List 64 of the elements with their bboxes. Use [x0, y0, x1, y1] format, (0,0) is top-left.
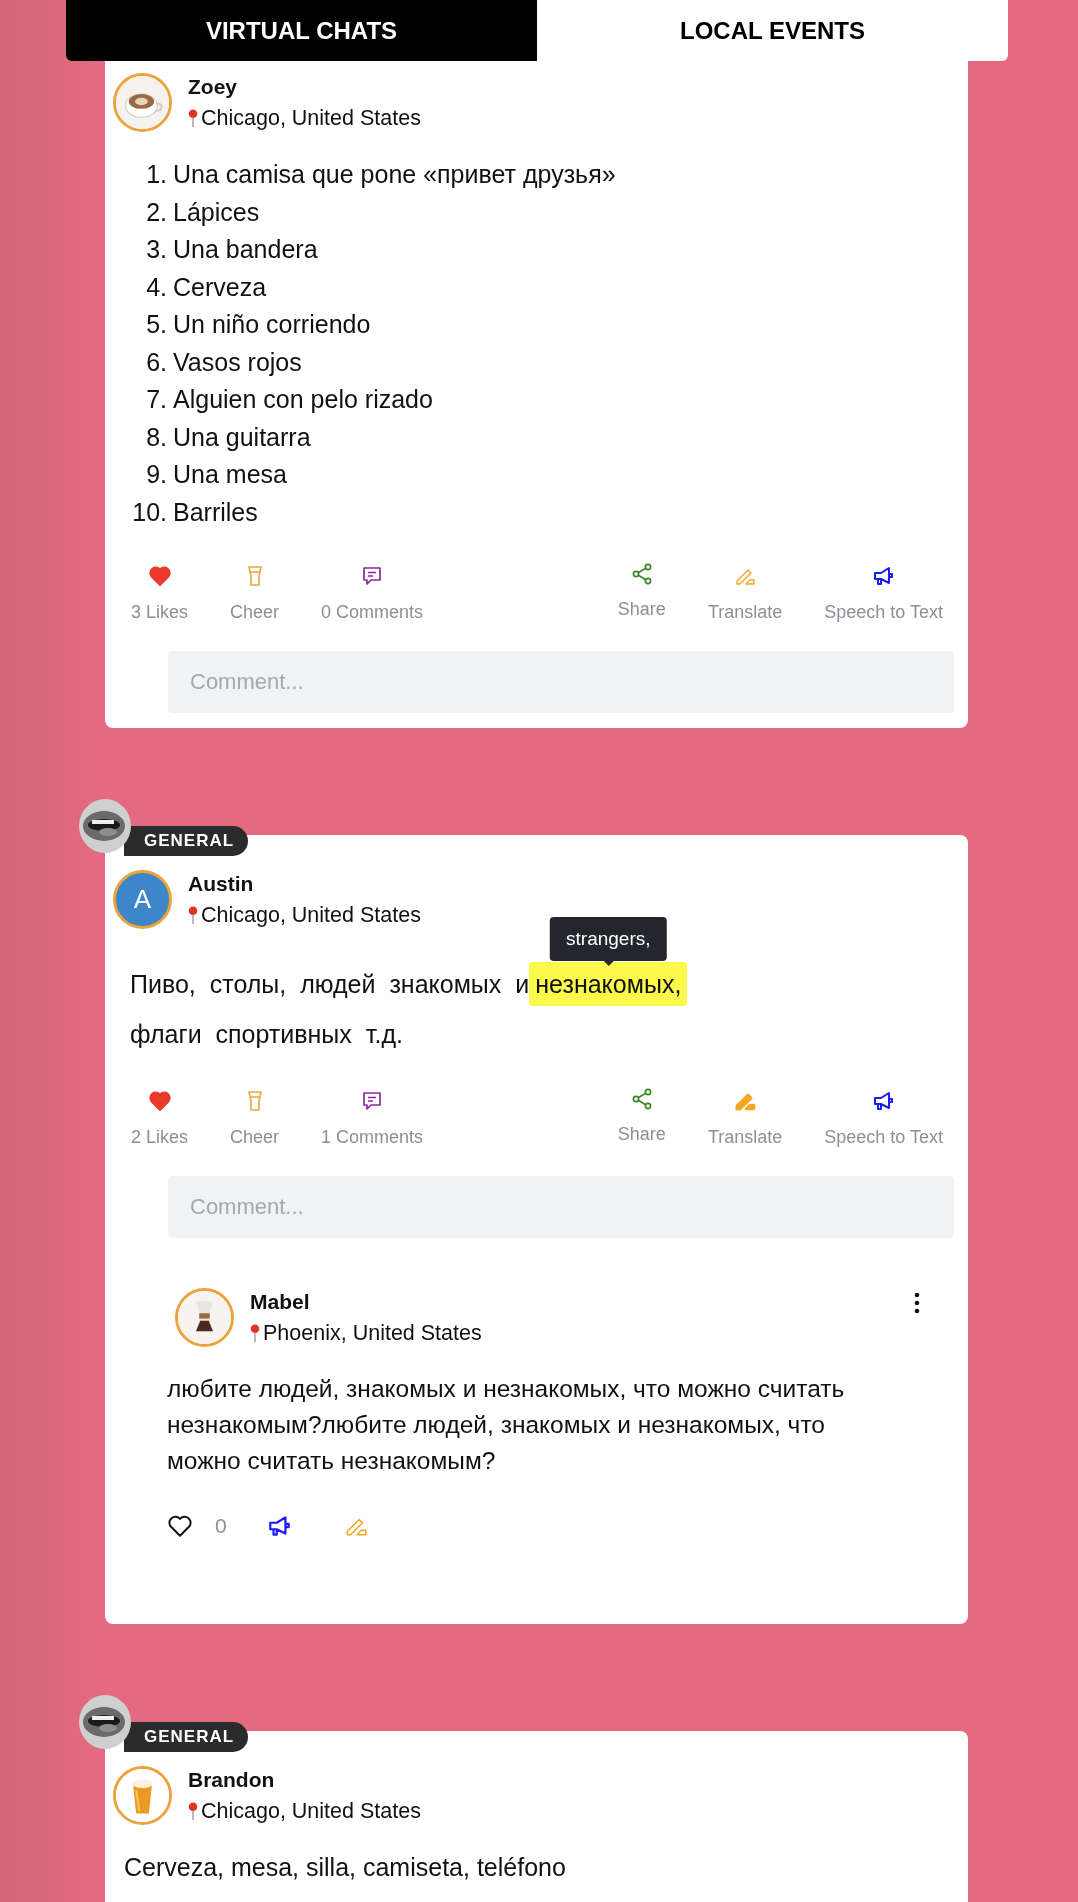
- megaphone-icon[interactable]: [266, 1513, 293, 1539]
- list-item: Barriles: [173, 496, 258, 528]
- more-options-icon[interactable]: [914, 1292, 920, 1314]
- post-text: Cerveza, mesa, silla, camiseta, teléfono: [124, 1853, 566, 1881]
- list-number: 6.: [145, 346, 168, 378]
- author-location: Chicago, United States: [201, 902, 421, 928]
- share-button[interactable]: Share: [617, 1087, 666, 1148]
- like-button[interactable]: 3 Likes: [131, 564, 189, 623]
- like-count: 0: [215, 1514, 227, 1538]
- list-number: 8.: [145, 421, 168, 453]
- list-number: 10.: [131, 496, 168, 528]
- pin-icon: [250, 1323, 260, 1343]
- list-number: 5.: [145, 309, 168, 340]
- author-location: Chicago, United States: [201, 1798, 421, 1824]
- highlighted-word[interactable]: незнакомых,: [529, 962, 688, 1006]
- share-button[interactable]: Share: [617, 562, 666, 623]
- list-number: 2.: [145, 196, 168, 228]
- comment-text: любите людей, знакомых и незнакомых, что можно считать незнакомым?любите людей, знакомых и незнакомых, что можно считать незнакомым?: [167, 1374, 846, 1476]
- translation-tooltip: strangers,: [550, 917, 667, 961]
- list-item: Una mesa: [173, 459, 287, 490]
- category-badge: GENERAL: [124, 826, 249, 856]
- list-item: Un niño corriendo: [173, 309, 371, 340]
- list-number: 1.: [145, 159, 168, 190]
- speech-to-text-button[interactable]: Speech to Text: [824, 564, 943, 623]
- author-name: Austin: [188, 871, 255, 896]
- list-item: Lápices: [173, 196, 260, 228]
- list-number: 3.: [145, 234, 168, 265]
- author-name: Zoey: [188, 74, 238, 99]
- tab[interactable]: VIRTUAL CHATS: [66, 0, 537, 61]
- like-button[interactable]: 2 Likes: [131, 1089, 189, 1148]
- cheer-button[interactable]: Cheer: [230, 564, 280, 623]
- author-name: Mabel: [250, 1289, 311, 1314]
- avatar: A: [113, 870, 172, 929]
- megaphone-icon[interactable]: [871, 564, 896, 588]
- comment-field[interactable]: Comment...: [168, 651, 954, 713]
- pin-icon: [188, 1801, 198, 1821]
- heart-icon[interactable]: [167, 1513, 193, 1539]
- megaphone-icon[interactable]: [871, 1089, 896, 1113]
- list-number: 4.: [145, 271, 168, 303]
- comments-button[interactable]: 0 Comments: [321, 564, 424, 623]
- pin-icon: [188, 108, 198, 128]
- list-number: 9.: [145, 459, 168, 490]
- list-number: 7.: [145, 384, 168, 415]
- category-badge: GENERAL: [124, 1722, 249, 1752]
- post-text: Пиво, столы, людей знакомых и: [130, 970, 530, 998]
- cheer-button[interactable]: Cheer: [230, 1089, 280, 1148]
- post-text: флаги спортивных т.д.: [130, 1020, 403, 1048]
- tab[interactable]: LOCAL EVENTS: [537, 0, 1008, 61]
- list-item: Una guitarra: [173, 421, 311, 453]
- list-item: Cerveza: [173, 271, 267, 303]
- list-item: Una bandera: [173, 234, 318, 265]
- tooltip-pointer: [603, 961, 614, 966]
- author-name: Brandon: [188, 1767, 276, 1792]
- translate-button[interactable]: Translate: [707, 564, 783, 623]
- translate-button[interactable]: Translate: [707, 1089, 783, 1148]
- list-item: Alguien con pelo rizado: [173, 384, 433, 415]
- list-item: Una camisa que pone «привет друзья»: [173, 159, 616, 190]
- pin-icon: [188, 905, 198, 925]
- speech-to-text-button[interactable]: Speech to Text: [824, 1089, 943, 1148]
- author-location: Chicago, United States: [201, 105, 421, 131]
- list-item: Vasos rojos: [173, 346, 302, 378]
- comments-button[interactable]: 1 Comments: [321, 1089, 424, 1148]
- author-location: Phoenix, United States: [263, 1320, 482, 1346]
- comment-field[interactable]: Comment...: [168, 1176, 954, 1238]
